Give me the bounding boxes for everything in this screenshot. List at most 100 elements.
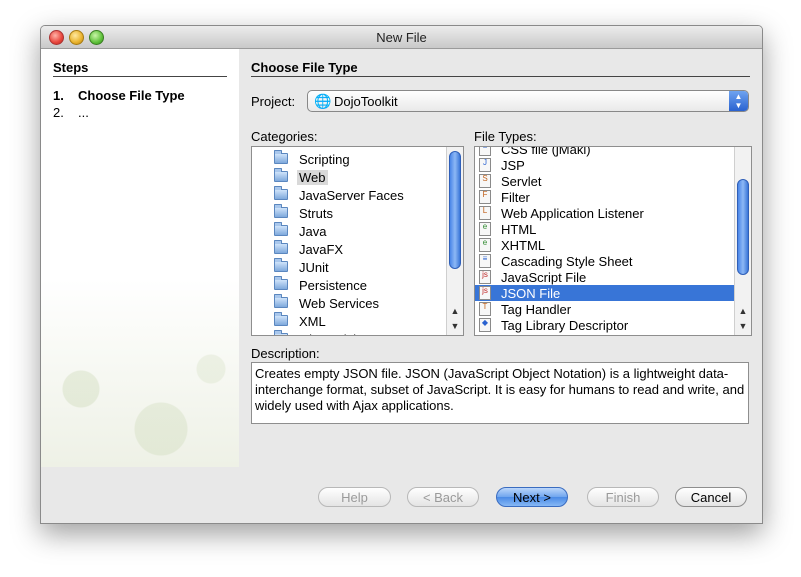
file-type-item[interactable]: ≡ CSS file (jMaki) bbox=[475, 147, 735, 157]
file-type-item[interactable]: ◆ Tag Library Descriptor bbox=[475, 317, 735, 333]
scroll-down-arrow-icon[interactable]: ▼ bbox=[735, 319, 751, 334]
description-label: Description: bbox=[251, 346, 320, 361]
file-types-list[interactable]: ≡ CSS file (jMaki) J JSP S Servlet F Filter L Web… bbox=[474, 146, 752, 336]
css-file-icon: ≡ bbox=[479, 254, 495, 269]
category-item[interactable]: JUnit bbox=[252, 258, 447, 276]
folder-icon bbox=[274, 294, 290, 310]
file-type-label: Cascading Style Sheet bbox=[501, 254, 633, 269]
file-type-label: JavaScript File bbox=[501, 270, 587, 285]
html-file-icon: e bbox=[479, 222, 495, 237]
jsp-file-icon: J bbox=[479, 158, 495, 173]
category-label: Persistence bbox=[299, 278, 367, 293]
file-type-item[interactable]: S Servlet bbox=[475, 173, 735, 189]
file-type-item[interactable]: T Tag Handler bbox=[475, 301, 735, 317]
step-label: Choose File Type bbox=[78, 88, 185, 103]
category-item[interactable]: Web bbox=[252, 168, 447, 186]
file-type-item[interactable]: ≡ Cascading Style Sheet bbox=[475, 253, 735, 269]
tag-handler-icon: T bbox=[479, 302, 495, 317]
category-item[interactable]: Java bbox=[252, 222, 447, 240]
category-label: Web bbox=[297, 170, 328, 185]
file-type-label: Servlet bbox=[501, 174, 542, 189]
category-label: JavaFX bbox=[299, 242, 344, 257]
file-type-item[interactable]: js JSON File bbox=[475, 285, 735, 301]
category-item[interactable]: JavaServer Faces bbox=[252, 186, 447, 204]
step-number: 1. bbox=[53, 88, 64, 103]
category-item[interactable]: Glass Fish bbox=[252, 330, 447, 335]
categories-list[interactable]: Scripting Web JavaServer Faces Struts Java Ja… bbox=[251, 146, 464, 336]
file-type-item[interactable]: e HTML bbox=[475, 221, 735, 237]
filter-file-icon: F bbox=[479, 190, 495, 205]
project-label: Project: bbox=[251, 94, 296, 109]
file-type-label: XHTML bbox=[501, 238, 546, 253]
category-label: Scripting bbox=[299, 152, 350, 167]
listener-file-icon: L bbox=[479, 206, 495, 221]
category-item[interactable]: JavaFX bbox=[252, 240, 447, 258]
content-divider bbox=[251, 76, 750, 77]
folder-icon bbox=[274, 186, 290, 202]
steps-title: Steps bbox=[53, 60, 89, 75]
project-value: DojoToolkit bbox=[334, 94, 398, 109]
servlet-file-icon: S bbox=[479, 174, 495, 189]
steps-panel: Steps 1. Choose File Type 2.... bbox=[41, 49, 239, 467]
file-type-item[interactable]: e XHTML bbox=[475, 237, 735, 253]
category-item[interactable]: Scripting bbox=[252, 150, 447, 168]
file-type-label: CSS file (jMaki) bbox=[501, 147, 591, 157]
tld-file-icon: ◆ bbox=[479, 318, 495, 333]
project-select[interactable]: 🌐 DojoToolkit ▲ ▼ bbox=[307, 90, 749, 112]
file-type-item[interactable]: J JSP bbox=[475, 157, 735, 173]
help-button[interactable]: Help bbox=[318, 487, 391, 507]
cancel-button[interactable]: Cancel bbox=[675, 487, 747, 507]
category-item[interactable]: Web Services bbox=[252, 294, 447, 312]
step-number: 2. bbox=[53, 105, 64, 120]
content-title: Choose File Type bbox=[251, 60, 358, 75]
scroll-up-arrow-icon[interactable]: ▲ bbox=[735, 304, 751, 319]
step-item-next: 2.... bbox=[53, 105, 89, 120]
category-label: Web Services bbox=[299, 296, 379, 311]
folder-icon bbox=[274, 330, 290, 335]
categories-scroll-thumb[interactable] bbox=[449, 151, 461, 269]
category-label: Struts bbox=[299, 206, 333, 221]
category-item[interactable]: XML bbox=[252, 312, 447, 330]
file-type-item[interactable]: F Filter bbox=[475, 189, 735, 205]
scroll-up-arrow-icon[interactable]: ▲ bbox=[447, 304, 463, 319]
description-text: Creates empty JSON file. JSON (JavaScrip… bbox=[251, 362, 749, 424]
new-file-dialog: New File Steps 1. Choose File Type 2.... … bbox=[40, 25, 763, 524]
folder-icon bbox=[274, 258, 290, 274]
file-type-item[interactable]: js JavaScript File bbox=[475, 269, 735, 285]
file-type-item[interactable]: L Web Application Listener bbox=[475, 205, 735, 221]
category-label: JavaServer Faces bbox=[299, 188, 404, 203]
categories-scrollbar[interactable]: ▲ ▼ bbox=[446, 147, 463, 335]
category-label: XML bbox=[299, 314, 326, 329]
file-types-scroll-thumb[interactable] bbox=[737, 179, 749, 275]
file-types-scrollbar[interactable]: ▲ ▼ bbox=[734, 147, 751, 335]
javascript-file-icon: js bbox=[479, 270, 495, 285]
category-item[interactable]: Struts bbox=[252, 204, 447, 222]
file-types-list-items: ≡ CSS file (jMaki) J JSP S Servlet F Filter L Web… bbox=[475, 147, 735, 335]
folder-icon bbox=[274, 240, 290, 256]
categories-list-items: Scripting Web JavaServer Faces Struts Java Ja… bbox=[252, 147, 447, 335]
css-file-icon: ≡ bbox=[479, 147, 495, 157]
step-item-choose-file-type: 1. Choose File Type bbox=[53, 88, 185, 103]
folder-icon bbox=[274, 168, 290, 184]
xhtml-file-icon: e bbox=[479, 238, 495, 253]
folder-icon bbox=[274, 150, 290, 166]
file-type-label: Tag Handler bbox=[501, 302, 572, 317]
next-button[interactable]: Next > bbox=[496, 487, 568, 507]
up-down-arrows-icon[interactable]: ▲ ▼ bbox=[729, 91, 748, 111]
category-label: JUnit bbox=[299, 260, 329, 275]
scroll-down-arrow-icon[interactable]: ▼ bbox=[447, 319, 463, 334]
globe-icon: 🌐 bbox=[314, 93, 332, 109]
title-bar[interactable]: New File bbox=[41, 26, 762, 49]
category-item[interactable]: Persistence bbox=[252, 276, 447, 294]
folder-icon bbox=[274, 222, 290, 238]
file-types-label: File Types: bbox=[474, 129, 537, 144]
category-label: Glass Fish bbox=[297, 332, 362, 335]
category-label: Java bbox=[299, 224, 327, 239]
back-button[interactable]: < Back bbox=[407, 487, 479, 507]
json-file-icon: js bbox=[479, 286, 495, 301]
file-type-label: JSON File bbox=[501, 286, 561, 301]
finish-button[interactable]: Finish bbox=[587, 487, 659, 507]
step-label: ... bbox=[78, 105, 89, 120]
file-type-label: JSP bbox=[501, 158, 525, 173]
folder-icon bbox=[274, 276, 290, 292]
